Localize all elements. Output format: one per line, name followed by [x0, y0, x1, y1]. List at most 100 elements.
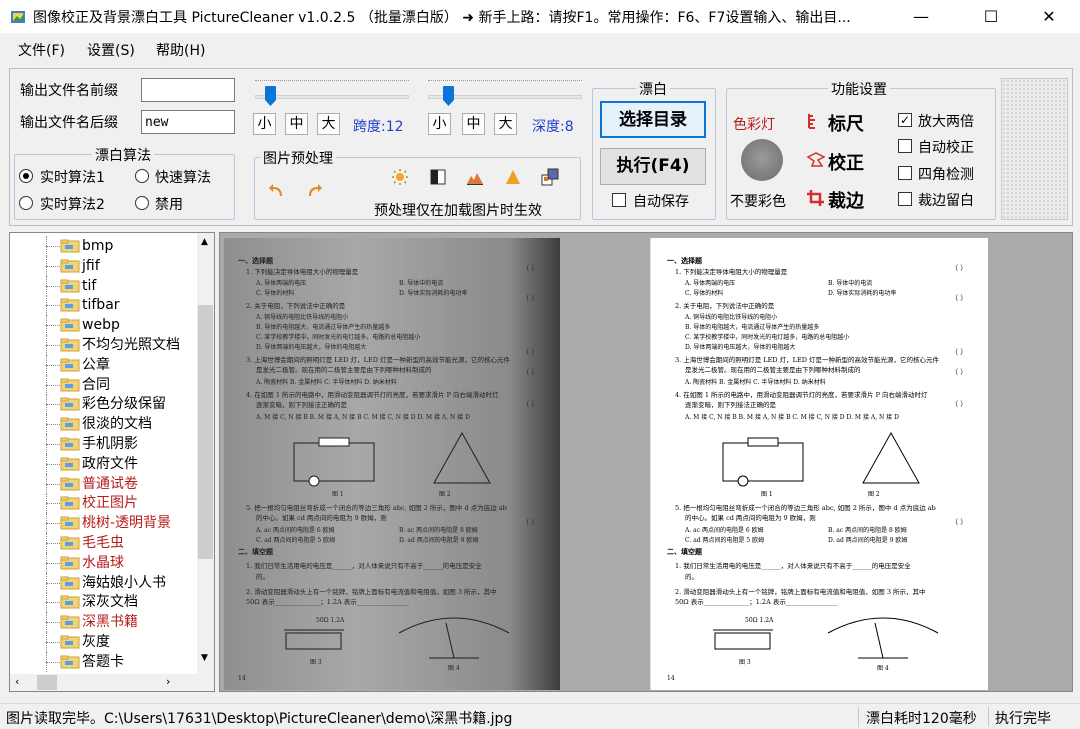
scroll-right-arrow[interactable]: › [166, 675, 170, 688]
sharpen-icon[interactable] [504, 168, 522, 186]
close-button[interactable]: ✕ [1026, 0, 1072, 33]
tree-connector [46, 582, 60, 584]
radio-disabled-label[interactable]: 禁用 [155, 194, 183, 214]
menu-settings[interactable]: 设置(S) [87, 40, 135, 60]
folder-icon [60, 298, 80, 312]
tree-item-label[interactable]: 手机阴影 [82, 434, 138, 454]
span-slider-track[interactable] [255, 95, 409, 99]
rotate-left-icon[interactable] [268, 182, 286, 200]
tree-connector [46, 612, 47, 633]
no-color-label[interactable]: 不要彩色 [730, 191, 786, 211]
tree-item-label[interactable]: 彩色分级保留 [82, 394, 166, 414]
crop-margin-label[interactable]: 裁边留白 [918, 190, 974, 210]
zoom2x-label[interactable]: 放大两倍 [918, 111, 974, 131]
ruler-icon[interactable] [806, 112, 826, 130]
correct-label[interactable]: 校正 [828, 149, 864, 175]
radio-realtime-2[interactable] [19, 196, 33, 210]
choose-directory-button[interactable]: 选择目录 [600, 101, 706, 138]
color-light-label[interactable]: 色彩灯 [733, 114, 775, 134]
span-small-button[interactable]: 小 [253, 113, 276, 135]
crop-label[interactable]: 裁边 [828, 187, 864, 213]
color-light-indicator[interactable] [741, 139, 783, 181]
auto-correct-checkbox[interactable] [898, 139, 912, 153]
radio-disabled[interactable] [135, 196, 149, 210]
tree-item-label[interactable]: jfif [82, 256, 100, 276]
minimize-button[interactable]: — [898, 0, 944, 33]
tree-connector [46, 404, 60, 406]
tree-item-label[interactable]: tifbar [82, 295, 120, 315]
depth-medium-button[interactable]: 中 [462, 113, 485, 135]
color-adjust-icon[interactable] [541, 168, 559, 186]
menu-file[interactable]: 文件(F) [18, 40, 65, 60]
tree-vertical-scrollbar[interactable]: ▲ ▼ [197, 233, 214, 674]
tree-item-label[interactable]: 普通试卷 [82, 474, 138, 494]
tree-item-label[interactable]: 合同 [82, 375, 110, 395]
document-text: 1. 下列能决定导体电阻大小的物理量是 [246, 267, 359, 276]
tree-item-label[interactable]: 灰度 [82, 632, 110, 652]
tree-item-label[interactable]: 答题卡 [82, 652, 124, 672]
tree-item-label[interactable]: 不均匀光照文档 [82, 335, 180, 355]
execute-button[interactable]: 执行(F4) [600, 148, 706, 185]
document-text: 5. 把一根均匀电阻丝弯折成一个闭合的等边三角形 abc, 如图 2 所示，图中… [675, 503, 936, 512]
tree-item-label[interactable]: 政府文件 [82, 454, 138, 474]
scroll-up-arrow[interactable]: ▲ [201, 237, 208, 247]
span-large-button[interactable]: 大 [317, 113, 340, 135]
prefix-input[interactable] [141, 78, 235, 102]
levels-icon[interactable] [466, 168, 484, 186]
corner-detect-label[interactable]: 四角检测 [918, 164, 974, 184]
tree-item-label[interactable]: 毛毛虫 [82, 533, 124, 553]
answer-paren: （ ） [522, 264, 538, 272]
tree-connector [46, 374, 47, 395]
tree-item-label[interactable]: 公章 [82, 355, 110, 375]
document-text: 2. 滑动变阻器滑动头上有一个铭牌，铭牌上面标有电流值和电阻值，如图 3 所示，… [675, 587, 926, 596]
tree-item-label[interactable]: 校正图片 [82, 493, 138, 513]
radio-fast-label[interactable]: 快速算法 [155, 167, 211, 187]
depth-large-button[interactable]: 大 [494, 113, 517, 135]
auto-save-checkbox[interactable] [612, 193, 626, 207]
tree-item-label[interactable]: 水晶球 [82, 553, 124, 573]
crop-margin-checkbox[interactable] [898, 192, 912, 206]
original-document-page: 一、选择题 1. 下列能决定导体电阻大小的物理量是 A. 导体两端的电压 B. 导体中… [238, 256, 538, 682]
brightness-icon[interactable] [391, 168, 409, 186]
ruler-label[interactable]: 标尺 [828, 110, 864, 136]
maximize-button[interactable]: ☐ [968, 0, 1014, 33]
corner-detect-checkbox[interactable] [898, 166, 912, 180]
image-viewer[interactable]: 一、选择题 1. 下列能决定导体电阻大小的物理量是 A. 导体两端的电压 B. 导体中… [219, 232, 1073, 692]
tree-item-label[interactable]: webp [82, 315, 120, 335]
tree-item-label[interactable]: 深灰文档 [82, 592, 138, 612]
tree-hscroll-thumb[interactable] [37, 675, 57, 690]
tree-scroll-thumb[interactable] [198, 305, 213, 559]
folder-icon [60, 516, 80, 530]
zoom2x-checkbox[interactable]: ✓ [898, 113, 912, 127]
tree-item-label[interactable]: bmp [82, 236, 113, 256]
crop-icon[interactable] [806, 189, 826, 207]
document-text: 3. 上海世博会期间的照明灯是 LED 灯，LED 灯是一种新型的高效节能光源，… [675, 355, 940, 364]
scroll-down-arrow[interactable]: ▼ [201, 653, 208, 663]
document-text: 图 4 [877, 665, 889, 672]
radio-realtime-2-label[interactable]: 实时算法2 [40, 194, 105, 214]
radio-fast[interactable] [135, 169, 149, 183]
menu-help[interactable]: 帮助(H) [156, 40, 205, 60]
tree-horizontal-scrollbar[interactable]: ‹ › [10, 674, 214, 691]
radio-realtime-1[interactable] [19, 169, 33, 183]
tree-item-label[interactable]: 深黑书籍 [82, 612, 138, 632]
document-text: 50Ω 1.2A [316, 617, 345, 624]
rotate-right-icon[interactable] [305, 182, 323, 200]
document-text: 逐渐变暗，则下列接法正确的是 [685, 400, 777, 409]
auto-correct-label[interactable]: 自动校正 [918, 137, 974, 157]
span-medium-button[interactable]: 中 [285, 113, 308, 135]
tree-item-label[interactable]: 桃树-透明背景 [82, 513, 171, 533]
contrast-icon[interactable] [429, 168, 447, 186]
suffix-input[interactable] [141, 110, 235, 134]
radio-realtime-1-label[interactable]: 实时算法1 [40, 167, 105, 187]
tree-item-label[interactable]: 海姑娘小人书 [82, 573, 166, 593]
auto-save-label[interactable]: 自动保存 [633, 191, 689, 211]
document-text: A. M 接 C, N 接 B B. M 接 A, N 接 B C. M 接 C… [684, 413, 899, 421]
scroll-left-arrow[interactable]: ‹ [15, 675, 19, 688]
folder-tree[interactable]: bmp jfif tif tifbar webp 不均匀光照文档 公章 合同 彩色分级保留 很淡的… [9, 232, 215, 692]
document-text: 图 1 [332, 491, 344, 498]
depth-small-button[interactable]: 小 [428, 113, 451, 135]
correct-icon[interactable] [806, 151, 826, 169]
tree-item-label[interactable]: 很淡的文档 [82, 414, 152, 434]
tree-item-label[interactable]: tif [82, 276, 96, 296]
